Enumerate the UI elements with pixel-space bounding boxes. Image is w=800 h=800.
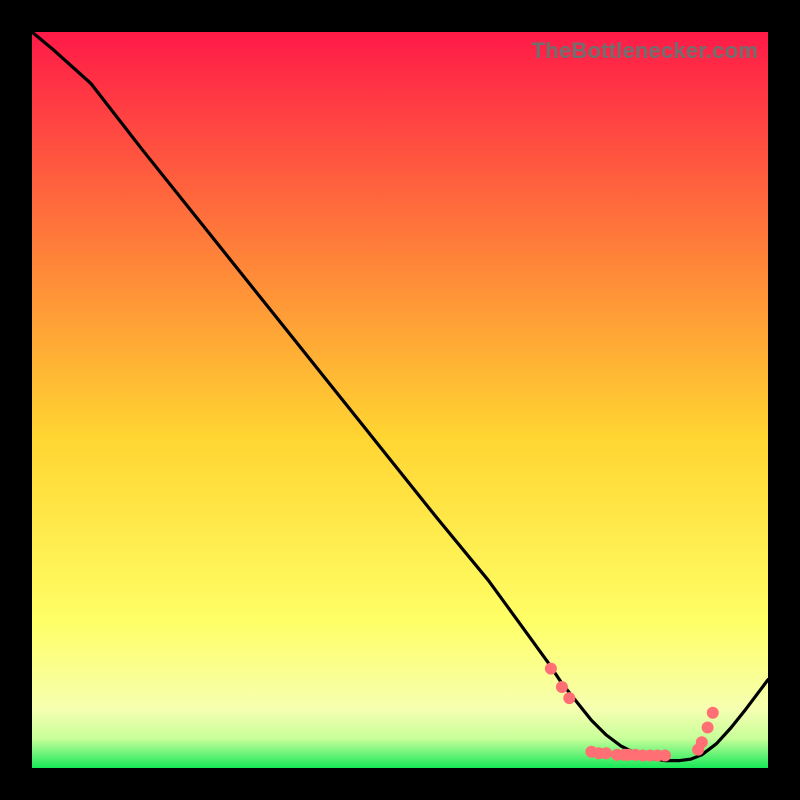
data-marker [659, 750, 671, 762]
data-marker [702, 722, 714, 734]
data-marker [563, 692, 575, 704]
data-marker [696, 736, 708, 748]
gradient-background [32, 32, 768, 768]
watermark-text: TheBottlenecker.com [532, 38, 758, 64]
data-marker [545, 663, 557, 675]
plot-area: TheBottlenecker.com [32, 32, 768, 768]
data-marker [707, 707, 719, 719]
plot-svg [32, 32, 768, 768]
data-marker [600, 747, 612, 759]
chart-frame: TheBottlenecker.com [0, 0, 800, 800]
data-marker [556, 681, 568, 693]
